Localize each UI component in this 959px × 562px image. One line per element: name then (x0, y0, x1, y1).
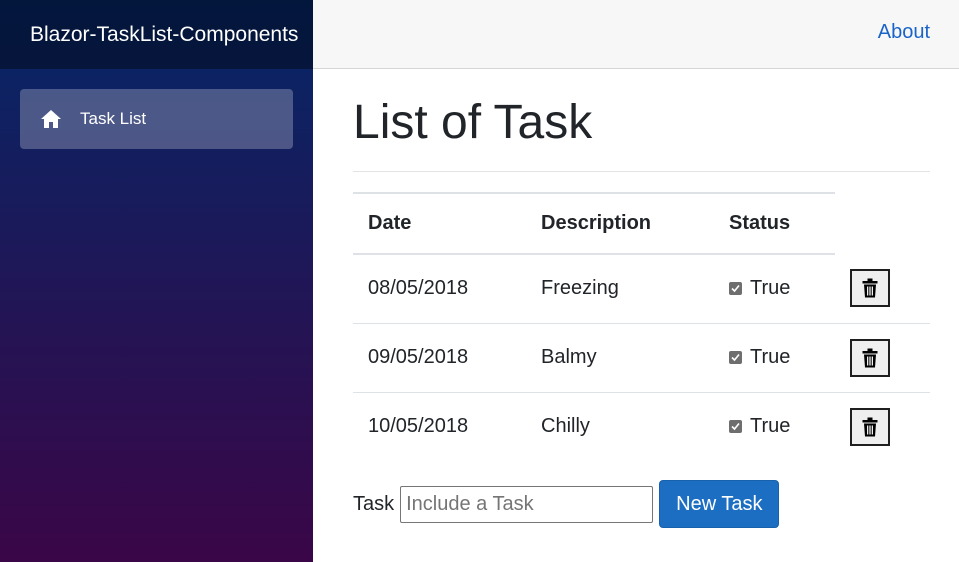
cell-date: 10/05/2018 (368, 415, 469, 438)
cell-status: True (714, 392, 835, 461)
top-row: About (313, 0, 959, 69)
cell-status: True (714, 254, 835, 324)
delete-button[interactable] (850, 407, 890, 446)
cell-date: 08/05/2018 (353, 254, 526, 324)
column-header-actions (835, 193, 930, 254)
check-icon (731, 285, 740, 293)
task-label: Task (353, 492, 395, 515)
cell-date: 09/05/2018 (353, 323, 526, 393)
check-icon (731, 423, 740, 431)
trash-icon (862, 417, 878, 437)
status-text: True (750, 277, 791, 300)
cell-description: Freezing (526, 254, 714, 324)
task-input[interactable] (400, 485, 654, 523)
new-task-button[interactable]: New Task (659, 480, 780, 528)
brand-bar: Blazor-TaskList-Components (0, 0, 313, 69)
new-task-form: Task New Task (353, 480, 780, 528)
status-text: True (750, 415, 791, 438)
home-icon (40, 109, 62, 129)
cell-actions (835, 254, 930, 324)
table-row: 09/05/2018 Balmy True (353, 323, 930, 393)
delete-button[interactable] (850, 338, 890, 377)
cell-description: Chilly (541, 415, 590, 438)
app-brand[interactable]: Blazor-TaskList-Components (30, 23, 298, 47)
cell-actions (835, 392, 930, 461)
sidebar: Blazor-TaskList-Components Task List (0, 0, 313, 562)
table-header-row: Date Description Status (353, 192, 930, 255)
table-row: 08/05/2018 Freezing True (353, 254, 930, 324)
task-table: Date Description Status 08/05/2018 Freez… (353, 192, 930, 461)
divider (353, 171, 930, 172)
sidebar-item-task-list[interactable]: Task List (20, 89, 293, 149)
delete-button[interactable] (850, 269, 890, 308)
status-checkbox[interactable] (729, 420, 742, 434)
trash-icon (862, 278, 878, 298)
table-row: 10/05/2018 Chilly True (353, 392, 930, 461)
trash-icon (862, 348, 878, 367)
column-header-date: Date (353, 192, 526, 255)
page-title: List of Task (353, 96, 593, 149)
cell-actions (835, 323, 930, 393)
sidebar-item-label: Task List (80, 109, 147, 128)
cell-status: True (714, 323, 835, 393)
status-checkbox[interactable] (729, 351, 742, 364)
about-link[interactable]: About (878, 21, 930, 44)
cell-description: Balmy (526, 323, 714, 393)
column-header-description: Description (526, 192, 714, 255)
check-icon (731, 353, 740, 362)
status-checkbox[interactable] (729, 282, 742, 296)
status-text: True (750, 346, 791, 368)
column-header-status: Status (714, 192, 835, 255)
